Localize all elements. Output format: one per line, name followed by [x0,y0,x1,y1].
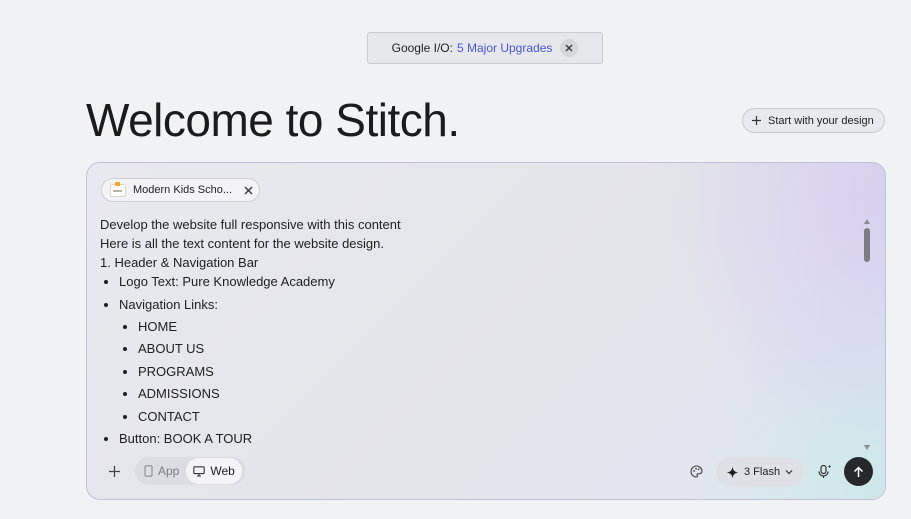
start-with-design-button[interactable]: Start with your design [742,108,885,133]
scrollbar-thumb[interactable] [864,228,870,262]
theme-palette-button[interactable] [687,462,705,480]
list-item: ABOUT US [138,339,857,358]
platform-option-label: Web [210,464,235,478]
chevron-down-icon [785,470,793,475]
start-with-design-label: Start with your design [768,114,874,127]
palette-icon [690,464,703,478]
announcement-link[interactable]: 5 Major Upgrades [457,41,552,55]
list-item: Button: BOOK A TOUR [119,429,857,448]
prompt-line: Develop the website full responsive with… [100,217,401,232]
voice-input-button[interactable] [815,461,835,481]
mic-sparkle-icon [818,464,832,478]
plus-icon [752,116,761,125]
prompt-line: Here is all the text content for the web… [100,236,384,251]
add-attachment-button[interactable] [104,461,124,481]
sparkle-icon [726,466,739,478]
scroll-down-arrow[interactable] [864,445,870,450]
send-button[interactable] [844,457,873,486]
prompt-bullet-list: Logo Text: Pure Knowledge Academy Naviga… [100,272,857,448]
close-icon [565,44,573,52]
platform-option-label: App [158,464,180,478]
announcement-prefix: Google I/O: [391,41,453,55]
remove-attachment-button[interactable] [244,186,253,195]
monitor-icon [193,465,206,477]
list-item: HOME [138,317,857,336]
list-item: PROGRAMS [138,362,857,381]
page-title: Welcome to Stitch. [86,94,460,146]
model-selector[interactable]: 3 Flash [716,457,803,487]
phone-icon [144,465,153,477]
list-item: CONTACT [138,407,857,426]
scroll-up-arrow[interactable] [864,219,870,224]
arrow-up-icon [853,465,864,477]
plus-icon [108,465,120,477]
prompt-composer: Modern Kids Scho... Develop the website … [86,162,886,500]
announcement-banner: Google I/O: 5 Major Upgrades [367,32,603,64]
attachment-chip-label: Modern Kids Scho... [133,184,233,196]
list-item: ADMISSIONS [138,384,857,403]
thumbnail-image [110,181,126,197]
textarea-scrollbar[interactable] [861,216,873,450]
platform-option-web[interactable]: Web [186,458,242,484]
platform-toggle: App Web [135,457,246,485]
prompt-textarea[interactable]: Develop the website full responsive with… [100,215,857,451]
nav-links-title: Navigation Links: [119,296,218,312]
nav-links-list: HOME ABOUT US PROGRAMS ADMISSIONS CONTAC… [119,317,857,426]
model-label: 3 Flash [744,466,781,478]
list-item: Navigation Links: HOME ABOUT US PROGRAMS… [119,295,857,426]
list-item: Logo Text: Pure Knowledge Academy [119,272,857,291]
prompt-line: 1. Header & Navigation Bar [100,255,259,270]
attachment-chip[interactable]: Modern Kids Scho... [101,178,260,202]
platform-option-app[interactable]: App [137,458,186,484]
announcement-close-button[interactable] [560,39,579,57]
close-icon [244,186,253,194]
